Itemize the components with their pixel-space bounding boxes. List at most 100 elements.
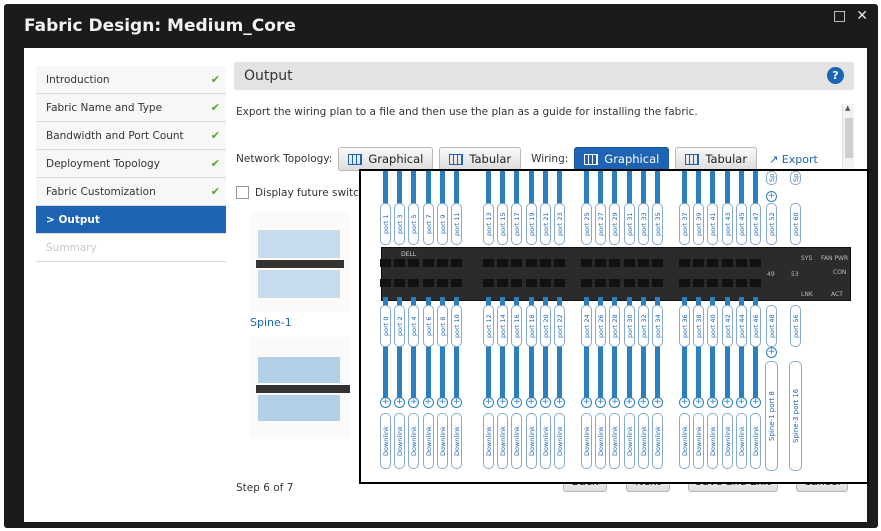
- port-label-bottom: port 46: [750, 305, 761, 347]
- add-link-icon: +: [511, 397, 523, 408]
- switch-port: [497, 279, 509, 287]
- nav-item-output[interactable]: > Output: [36, 206, 226, 234]
- port-label-top: port 41: [707, 203, 719, 245]
- port-label-bottom: port 6: [422, 305, 434, 347]
- downlink-label: Downlink: [525, 413, 537, 469]
- thumbnail-label[interactable]: Spine-1: [250, 316, 292, 329]
- add-link-icon: +: [735, 397, 747, 408]
- switch-port: [539, 259, 551, 267]
- help-icon[interactable]: ?: [827, 67, 844, 84]
- downlink-label: Downlink: [735, 413, 747, 469]
- export-label: Export: [781, 152, 818, 166]
- spine-1-thumbnail[interactable]: [250, 212, 350, 312]
- wiring-graphical-button[interactable]: Graphical: [574, 147, 670, 171]
- add-link-icon: +: [394, 397, 406, 408]
- port-label-top: port 43: [721, 203, 733, 245]
- downlink-label: Downlink: [595, 413, 607, 469]
- switch-port: [408, 279, 420, 287]
- uplink-bottom: port 56: [790, 305, 801, 347]
- wire-top: [397, 171, 403, 205]
- switch-port: [679, 279, 690, 287]
- switch-text: 49: [767, 271, 775, 278]
- port-label-bottom: port 10: [451, 305, 462, 347]
- topology-graphical-button[interactable]: Graphical: [338, 147, 434, 171]
- add-link-icon: +: [766, 347, 777, 358]
- display-future-switches[interactable]: Display future switc: [236, 186, 359, 199]
- nav-item-label: Deployment Topology: [46, 157, 160, 170]
- uplink-top: port 52: [766, 203, 777, 245]
- wire-top: [710, 171, 716, 205]
- wire-top: [655, 171, 660, 205]
- topology-tabular-button[interactable]: Tabular: [439, 147, 522, 171]
- port-label-bottom: port 44: [735, 305, 747, 347]
- port-label-bottom: port 2: [394, 305, 406, 347]
- table-icon: [449, 153, 464, 165]
- wire-top: [542, 171, 548, 205]
- add-link-icon: +: [380, 397, 391, 408]
- port-label-bottom: port 38: [693, 305, 705, 347]
- switch-port: [451, 279, 462, 287]
- downlink-label: Downlink: [483, 413, 494, 469]
- grid-icon: [584, 153, 599, 165]
- nav-item-introduction[interactable]: Introduction ✔: [36, 66, 226, 94]
- switch-port: [408, 259, 420, 267]
- wiring-tabular-button[interactable]: Tabular: [675, 147, 758, 171]
- switch-port: [525, 259, 537, 267]
- view-options: Network Topology: Graphical Tabular Wiri…: [236, 147, 818, 171]
- add-link-icon: +: [750, 397, 761, 408]
- export-icon: ↗: [769, 152, 779, 166]
- port-label-bottom: port 28: [609, 305, 621, 347]
- nav-item-fabric-name[interactable]: Fabric Name and Type ✔: [36, 94, 226, 122]
- switch-port: [721, 279, 733, 287]
- add-link-icon: +: [766, 191, 777, 202]
- wire-top: [500, 171, 506, 205]
- switch-port: [581, 259, 592, 267]
- nav-item-label: Fabric Name and Type: [46, 101, 163, 114]
- wire-top: [724, 171, 730, 205]
- add-link-icon: +: [707, 397, 719, 408]
- grid-icon: [348, 153, 363, 165]
- port-label-bottom: port 20: [539, 305, 551, 347]
- maximize-icon[interactable]: □: [833, 8, 846, 24]
- page-title: Output: [244, 68, 293, 84]
- leaf-thumbnail[interactable]: [250, 337, 350, 437]
- switch-port: [422, 259, 434, 267]
- nav-item-bandwidth[interactable]: Bandwidth and Port Count ✔: [36, 122, 226, 150]
- switch-port: [679, 259, 690, 267]
- add-link-icon: +: [554, 397, 565, 408]
- downlink-label: Downlink: [707, 413, 719, 469]
- nav-item-label: Introduction: [46, 73, 110, 86]
- add-link-icon: +: [595, 397, 607, 408]
- downlink-label: Downlink: [380, 413, 391, 469]
- switch-port: [693, 279, 705, 287]
- nav-item-deployment[interactable]: Deployment Topology ✔: [36, 150, 226, 178]
- switch-port: [609, 259, 621, 267]
- port-label-top: port 3: [394, 203, 406, 245]
- add-link-icon: +: [436, 397, 448, 408]
- port-label-bottom: port 22: [554, 305, 565, 347]
- switch-port: [623, 279, 635, 287]
- port-label-top: port 19: [525, 203, 537, 245]
- check-icon: ✔: [210, 185, 220, 198]
- add-link-icon: +: [497, 397, 509, 408]
- export-link[interactable]: ↗ Export: [769, 153, 818, 166]
- wire-top: [696, 171, 702, 205]
- switch-port: [750, 279, 761, 287]
- port-label-top: port 21: [539, 203, 551, 245]
- nav-item-customization[interactable]: Fabric Customization ✔: [36, 178, 226, 206]
- port-label-bottom: port 16: [511, 305, 523, 347]
- output-header: Output: [234, 62, 854, 90]
- future-checkbox[interactable]: [236, 186, 249, 199]
- close-icon[interactable]: ✕: [856, 8, 868, 24]
- port-label-top: port 5: [408, 203, 420, 245]
- port-label-bottom: port 8: [436, 305, 448, 347]
- switch-brand: DELL: [401, 251, 417, 258]
- scroll-thumb[interactable]: [845, 118, 853, 158]
- downlink-label: Downlink: [693, 413, 705, 469]
- switch-port: [511, 259, 523, 267]
- nav-item-summary: Summary: [36, 234, 226, 262]
- port-label-top: port 9: [436, 203, 448, 245]
- port-label-top: port 11: [451, 203, 462, 245]
- switch-port: [750, 259, 761, 267]
- scroll-up-icon[interactable]: ▲: [845, 104, 850, 112]
